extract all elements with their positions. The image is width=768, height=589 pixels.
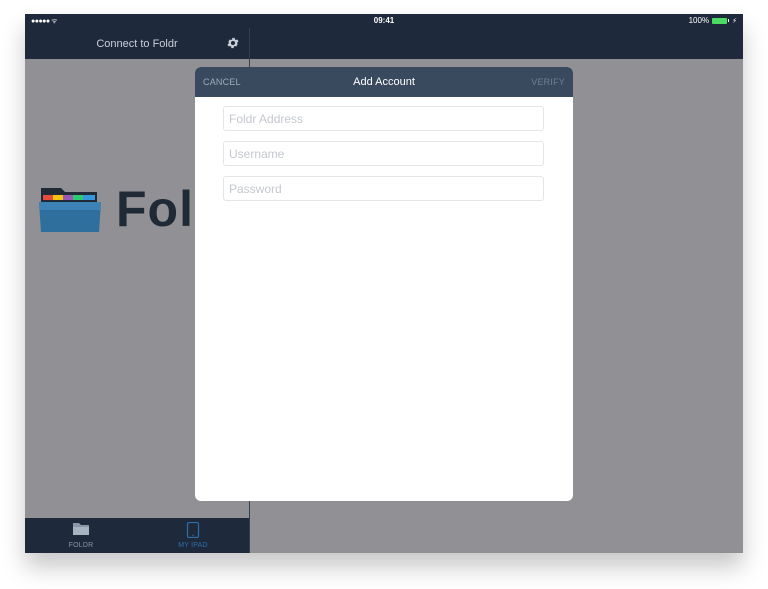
tab-my-ipad-label: MY IPAD [178,542,208,549]
foldr-logo-icon [39,188,101,232]
tab-foldr[interactable]: FOLDR [25,518,137,553]
modal-header: CANCEL Add Account VERIFY [195,67,573,97]
tab-my-ipad[interactable]: MY IPAD [137,518,249,553]
foldr-address-input[interactable] [223,106,544,131]
modal-title: Add Account [353,76,415,88]
add-account-modal: CANCEL Add Account VERIFY [195,67,573,501]
username-input[interactable] [223,141,544,166]
status-bar: ●●●●● ᯤ 09:41 100% ⚡ [25,14,743,28]
ipad-screen: Connect to Foldr Fol FOLDR MY IPAD ●●●●●… [25,14,743,553]
status-time: 09:41 [373,16,395,25]
battery-percent: 100% [688,16,710,25]
verify-button[interactable]: VERIFY [531,77,565,87]
sidebar-title: Connect to Foldr [96,38,178,50]
tab-bar: FOLDR MY IPAD [25,518,249,553]
tab-foldr-label: FOLDR [68,542,94,549]
battery-indicator: 100% ⚡ [689,16,737,25]
foldr-logo-text: Fol [116,181,194,237]
charging-icon: ⚡ [732,17,737,25]
gear-icon[interactable] [226,36,240,50]
battery-icon [712,17,728,24]
ipad-icon [186,522,200,538]
battery-tip [728,19,730,22]
folder-icon [73,523,89,535]
password-input[interactable] [223,176,544,201]
